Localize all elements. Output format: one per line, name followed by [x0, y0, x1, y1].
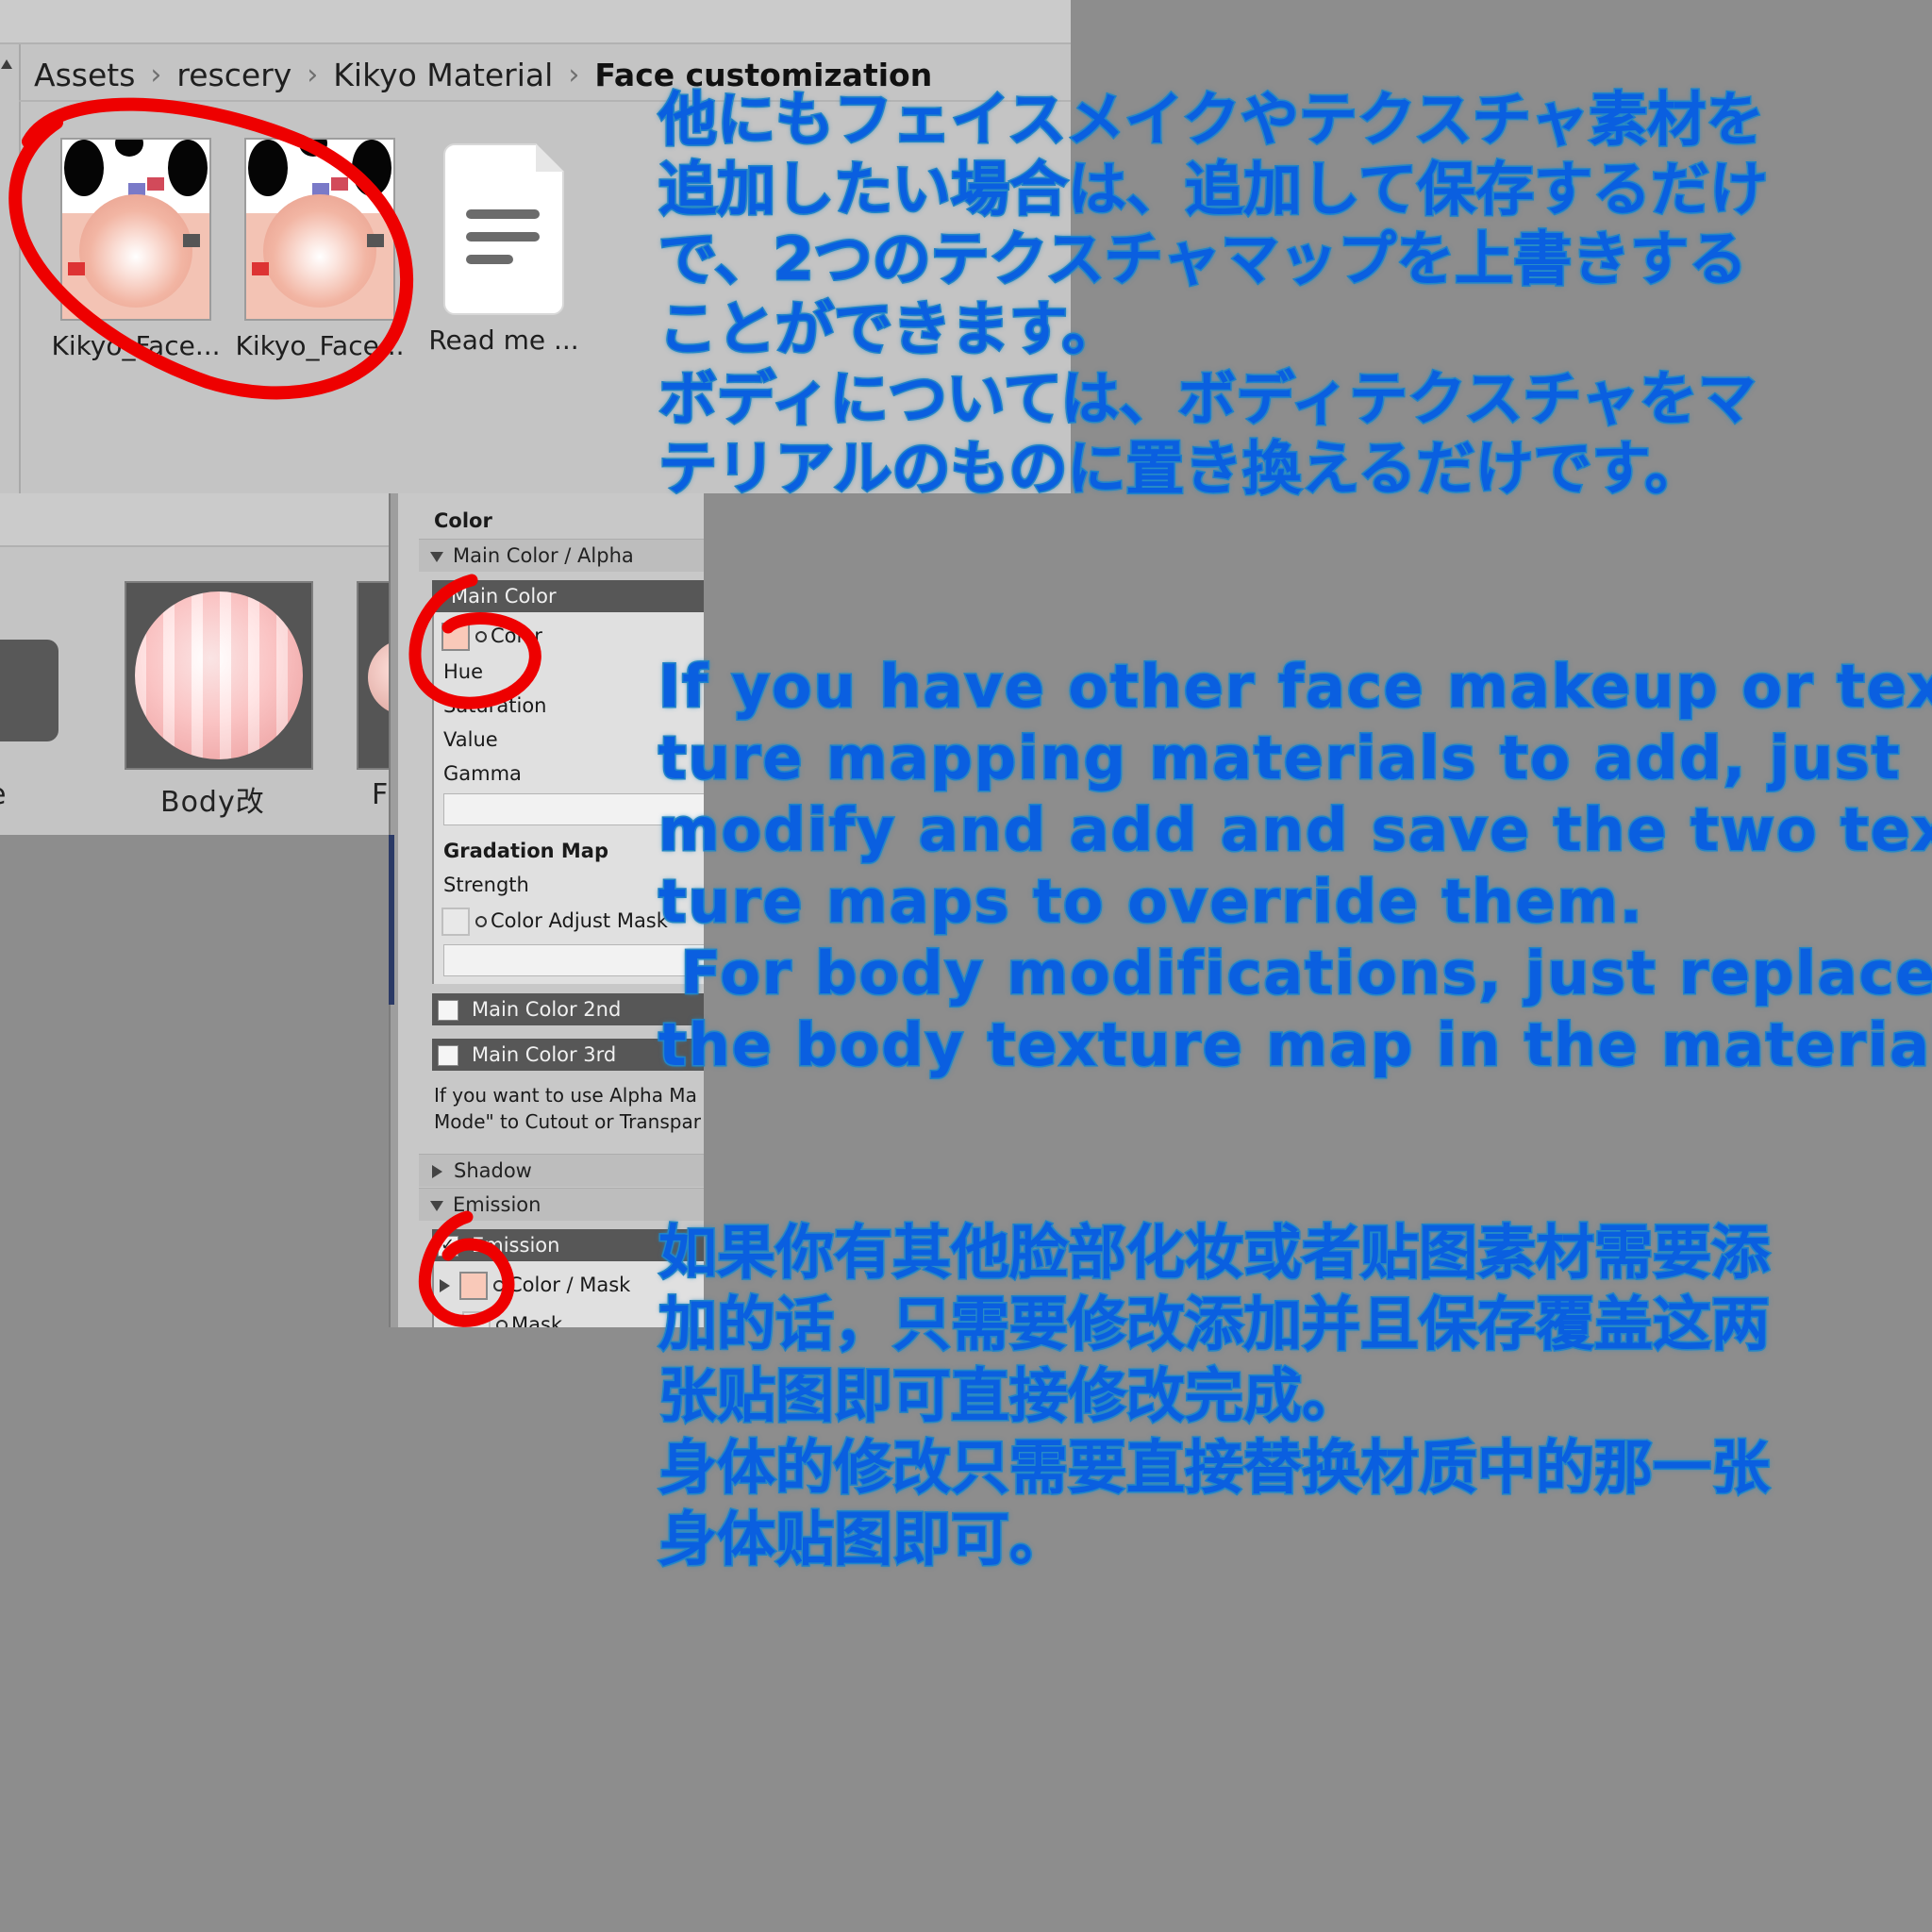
caption-line: the body texture map in the material.: [658, 1009, 1932, 1081]
foldout-label: Emission: [453, 1193, 541, 1216]
mask-swatch[interactable]: [462, 1311, 491, 1327]
breadcrumb-rescery[interactable]: rescery: [176, 57, 291, 93]
texture-slot-icon: [475, 916, 487, 927]
caption-line: 追加したい場合は、追加して保存するだけ: [657, 154, 1769, 225]
saturation-label: Saturation: [443, 694, 547, 717]
triangle-right-icon: [432, 1165, 442, 1178]
main-color-3rd-checkbox[interactable]: [438, 1045, 458, 1066]
caption-line: ことができます。: [657, 293, 1122, 365]
color-mask-property[interactable]: Color / Mask: [438, 1269, 630, 1301]
caption-line: 身体贴图即可。: [657, 1504, 1069, 1575]
chevron-right-icon: ›: [307, 58, 319, 92]
caption-line: 加的话，只需要修改添加并且保存覆盖这两: [657, 1289, 1771, 1360]
material-next-thumbnail[interactable]: [357, 581, 389, 770]
main-color-2nd-label: Main Color 2nd: [472, 998, 622, 1021]
mask-label: Mask: [511, 1313, 563, 1327]
chevron-right-icon: ›: [568, 58, 580, 92]
caption-line: For body modifications, just replace: [658, 938, 1932, 1009]
mask-swatch[interactable]: [441, 908, 470, 936]
materials-browser: e Body改 F: [0, 493, 389, 835]
browser-scrollbar[interactable]: [0, 44, 21, 493]
main-color-header[interactable]: Main Color: [432, 580, 704, 612]
caption-line: 张贴图即可直接修改完成。: [657, 1360, 1361, 1432]
caption-english: If you have other face makeup or tex- tu…: [658, 651, 1932, 1081]
folder-thumbnail[interactable]: [0, 640, 58, 741]
foldout-label: Main Color / Alpha: [453, 544, 634, 567]
materials-toolbar: [0, 493, 389, 547]
face-texture-thumbnail: [60, 138, 211, 321]
caption-line: 他にもフェイスメイクやテクスチャ素材を: [657, 84, 1765, 156]
foldout-emission[interactable]: Emission: [419, 1188, 704, 1221]
asset-label: Kikyo_Face...: [51, 330, 221, 361]
browser-toolbar: [0, 0, 1071, 44]
caption-line: If you have other face makeup or tex-: [658, 651, 1932, 723]
emission-checkbox[interactable]: [438, 1229, 458, 1261]
foldout-label: Shadow: [454, 1159, 532, 1182]
main-color-3rd-label: Main Color 3rd: [472, 1043, 617, 1066]
texture-slot-icon: [475, 631, 487, 642]
material-sphere-preview: [135, 591, 303, 759]
caption-line: ture mapping materials to add, just: [658, 723, 1902, 794]
scroll-up-arrow-icon[interactable]: [1, 59, 12, 69]
color-swatch[interactable]: [441, 623, 470, 651]
hue-label: Hue: [443, 660, 484, 683]
caption-line: テリアルのものに置き換えるだけです。: [657, 433, 1704, 505]
color-mask-label: Color / Mask: [508, 1274, 631, 1296]
main-color-2nd-checkbox[interactable]: [438, 1000, 458, 1021]
emission-color-swatch[interactable]: [459, 1272, 488, 1300]
scene-view-sliver: [389, 835, 394, 1005]
gamma-label: Gamma: [443, 762, 522, 785]
caption-chinese: 如果你有其他脸部化妆或者贴图素材需要添 加的话，只需要修改添加并且保存覆盖这两 …: [657, 1217, 1771, 1575]
mask-property[interactable]: Mask: [462, 1308, 562, 1327]
caption-line: で、2つのテクスチャマップを上書きする: [657, 224, 1748, 295]
strength-label: Strength: [443, 874, 529, 896]
breadcrumb-kikyo-material[interactable]: Kikyo Material: [333, 57, 553, 93]
color-label: Color: [491, 625, 542, 647]
caption-line: 身体的修改只需要直接替换材质中的那一张: [657, 1432, 1771, 1504]
color-property[interactable]: Color: [441, 620, 542, 652]
asset-face-texture-1[interactable]: Kikyo_Face...: [51, 138, 221, 361]
texture-slot-icon: [496, 1320, 508, 1327]
material-label-partial: e: [0, 778, 7, 811]
value-label: Value: [443, 728, 498, 751]
material-body-thumbnail[interactable]: [125, 581, 313, 770]
triangle-down-icon: [430, 551, 443, 562]
alpha-note-line-2: Mode" to Cutout or Transpar: [434, 1110, 701, 1133]
main-color-label: Main Color: [451, 585, 557, 608]
material-label-body: Body改: [160, 786, 265, 819]
asset-label: Kikyo_Face...: [235, 330, 405, 361]
foldout-main-color-alpha[interactable]: Main Color / Alpha: [419, 539, 704, 572]
document-icon: [443, 143, 564, 315]
asset-face-texture-2[interactable]: Kikyo_Face...: [235, 138, 405, 361]
texture-slot-icon: [493, 1280, 505, 1291]
caption-japanese: 他にもフェイスメイクやテクスチャ素材を 追加したい場合は、追加して保存するだけ …: [657, 84, 1769, 505]
caption-line: ture maps to override them.: [658, 866, 1644, 938]
alpha-note-line-1: If you want to use Alpha Ma: [434, 1084, 697, 1107]
gradation-map-label: Gradation Map: [443, 840, 608, 862]
caption-line: 如果你有其他脸部化妆或者贴图素材需要添: [657, 1217, 1771, 1289]
emission-label: Emission: [472, 1234, 560, 1257]
color-adjust-mask-property[interactable]: Color Adjust Mask: [441, 905, 668, 937]
caption-line: modify and add and save the two tex-: [658, 794, 1932, 866]
section-title-color: Color: [434, 509, 492, 532]
triangle-right-icon[interactable]: [440, 1279, 450, 1292]
foldout-shadow[interactable]: Shadow: [419, 1154, 704, 1187]
asset-label: Read me ...: [428, 325, 579, 356]
breadcrumb-assets[interactable]: Assets: [34, 57, 135, 93]
asset-readme[interactable]: Read me ...: [419, 138, 589, 356]
color-adjust-mask-label: Color Adjust Mask: [491, 909, 668, 932]
caption-line: ボディについては、ボディテクスチャをマ: [657, 363, 1757, 435]
face-texture-thumbnail: [244, 138, 395, 321]
chevron-right-icon: ›: [150, 58, 162, 92]
triangle-down-icon: [430, 1200, 443, 1211]
material-label-partial: F: [372, 778, 389, 811]
